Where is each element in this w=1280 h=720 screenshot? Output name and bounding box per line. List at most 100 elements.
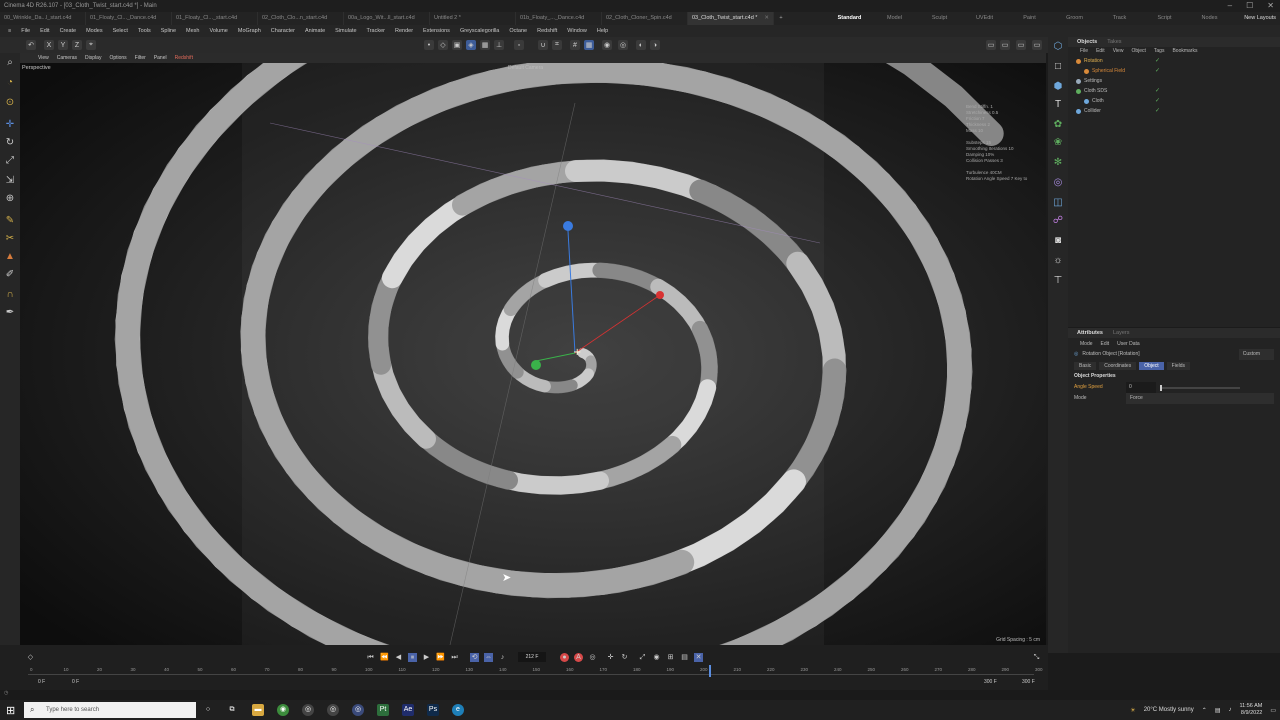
- close-icon[interactable]: ✕: [1267, 0, 1274, 12]
- objects-menu-file[interactable]: File: [1076, 47, 1092, 56]
- spline-icon[interactable]: ☍: [1052, 215, 1064, 227]
- chrome-icon[interactable]: ◉: [277, 704, 289, 716]
- slider-handle[interactable]: [1160, 384, 1162, 391]
- 3d-viewport[interactable]: + Perspective Default Camera Grid Spacin…: [20, 63, 1046, 645]
- brush-tool-icon[interactable]: ✎: [4, 215, 16, 227]
- axis-mode-icon[interactable]: ⊥: [494, 40, 504, 50]
- y-axis-icon[interactable]: Y: [58, 40, 68, 50]
- null-icon[interactable]: □: [1052, 61, 1064, 73]
- render-view-icon[interactable]: ◉: [602, 40, 612, 50]
- viewport-menu-panel[interactable]: Panel: [150, 53, 171, 63]
- picture-viewer-icon[interactable]: ◐: [636, 40, 646, 50]
- menu-file[interactable]: File: [16, 25, 35, 37]
- menu-edit[interactable]: Edit: [35, 25, 54, 37]
- subtab-fields[interactable]: Fields: [1166, 361, 1190, 370]
- menu-character[interactable]: Character: [266, 25, 300, 37]
- panel-layout-icon[interactable]: ▭: [986, 40, 996, 50]
- text-icon[interactable]: T: [1052, 99, 1064, 111]
- model-mode-icon[interactable]: ◈: [466, 40, 476, 50]
- select-tool-icon[interactable]: ◔: [4, 77, 16, 89]
- field-icon[interactable]: ◫: [1052, 197, 1064, 209]
- layout-sculpt[interactable]: Sculpt: [917, 12, 962, 25]
- volume-icon[interactable]: ♪: [1228, 707, 1231, 713]
- close-tab-icon[interactable]: ✕: [764, 12, 769, 25]
- range-icon[interactable]: ⇔: [484, 653, 493, 662]
- go-to-start-icon[interactable]: ⏮: [366, 653, 375, 662]
- viewport-menu-redshift[interactable]: Redshift: [171, 53, 197, 63]
- edges-mode-icon[interactable]: ◇: [438, 40, 448, 50]
- pause-icon[interactable]: ⏸: [408, 653, 417, 662]
- viewport-menu-display[interactable]: Display: [81, 53, 105, 63]
- live-select-icon[interactable]: ⊙: [4, 97, 16, 109]
- visibility-check-icon[interactable]: ✓: [1155, 106, 1160, 116]
- grid-active-icon[interactable]: ▦: [584, 40, 594, 50]
- keyframe-interp-icon[interactable]: ▤: [680, 653, 689, 662]
- preview-end-frame[interactable]: 300 F: [984, 679, 997, 685]
- end-frame[interactable]: 300 F: [1022, 679, 1035, 685]
- grid-icon[interactable]: #: [570, 40, 580, 50]
- effector-icon[interactable]: ✻: [1052, 157, 1064, 169]
- attributes-menu-user-data[interactable]: User Data: [1113, 340, 1144, 349]
- layout-groom[interactable]: Groom: [1052, 12, 1097, 25]
- y-axis-handle[interactable]: [563, 221, 573, 231]
- subtab-object[interactable]: Object: [1139, 361, 1164, 370]
- objects-menu-tags[interactable]: Tags: [1150, 47, 1169, 56]
- tab-doc-5[interactable]: Untitled 2 *: [430, 12, 516, 25]
- hamburger-icon[interactable]: ≡: [3, 25, 16, 37]
- tab-doc-7[interactable]: 02_Cloth_Cloner_Spin.c4d: [602, 12, 688, 25]
- file-explorer-icon[interactable]: ▬: [252, 704, 264, 716]
- menu-animate[interactable]: Animate: [300, 25, 330, 37]
- menu-render[interactable]: Render: [390, 25, 418, 37]
- tab-layers[interactable]: Layers: [1108, 328, 1135, 338]
- app-icon-1[interactable]: ◎: [302, 704, 314, 716]
- current-frame-field[interactable]: 212 F: [518, 652, 546, 662]
- panel-layout-2-icon[interactable]: ▭: [1000, 40, 1010, 50]
- polygons-mode-icon[interactable]: ▣: [452, 40, 462, 50]
- menu-mesh[interactable]: Mesh: [181, 25, 204, 37]
- preset-dropdown[interactable]: Custom: [1238, 349, 1274, 360]
- object-row-cloth-sds[interactable]: Cloth SDS ✓: [1068, 86, 1280, 96]
- layout-model[interactable]: Model: [872, 12, 917, 25]
- objects-menu-bookmarks[interactable]: Bookmarks: [1168, 47, 1201, 56]
- tab-doc-4[interactable]: 00a_Logo_Wit...ll_start.c4d: [344, 12, 430, 25]
- network-icon[interactable]: ▤: [1215, 707, 1221, 714]
- object-row-settings[interactable]: Settings: [1068, 76, 1280, 86]
- angle-speed-input[interactable]: 0: [1126, 382, 1156, 393]
- viewport-menu-filter[interactable]: Filter: [131, 53, 150, 63]
- transform-tool-icon[interactable]: ⇲: [4, 175, 16, 187]
- menu-simulate[interactable]: Simulate: [330, 25, 361, 37]
- preview-start-frame[interactable]: 0 F: [72, 679, 79, 685]
- object-row-collider[interactable]: Collider ✓: [1068, 106, 1280, 116]
- objects-menu-edit[interactable]: Edit: [1092, 47, 1109, 56]
- sculpt-tool-icon[interactable]: ✐: [4, 269, 16, 281]
- workplane-icon[interactable]: ▫: [514, 40, 524, 50]
- autokey-icon[interactable]: A: [574, 653, 583, 662]
- angle-speed-slider[interactable]: [1160, 384, 1240, 391]
- menu-volume[interactable]: Volume: [205, 25, 233, 37]
- mode-dropdown[interactable]: Force: [1126, 393, 1274, 404]
- viewport-menu-options[interactable]: Options: [105, 53, 130, 63]
- task-view-icon[interactable]: ⧉: [226, 704, 238, 716]
- maximize-icon[interactable]: ☐: [1246, 0, 1253, 12]
- record-icon[interactable]: ●: [560, 653, 569, 662]
- project-icon[interactable]: Pt: [377, 704, 389, 716]
- subtab-basic[interactable]: Basic: [1074, 361, 1097, 370]
- visibility-check-icon[interactable]: ✓: [1155, 56, 1160, 66]
- floor-icon[interactable]: ⊤: [1052, 275, 1064, 287]
- tab-doc-6[interactable]: 01b_Floaty_..._Dance.c4d: [516, 12, 602, 25]
- search-icon[interactable]: ⌕: [4, 57, 16, 69]
- go-to-end-icon[interactable]: ⏭: [450, 653, 459, 662]
- tab-doc-active[interactable]: 03_Cloth_Twist_start.c4d * ✕: [688, 12, 774, 25]
- subtab-coordinates[interactable]: Coordinates: [1099, 361, 1137, 370]
- cube-icon[interactable]: ⬡: [1052, 41, 1064, 53]
- record-pla-icon[interactable]: ⊞: [666, 653, 675, 662]
- edge-icon[interactable]: e: [452, 704, 464, 716]
- start-frame[interactable]: 0 F: [38, 679, 45, 685]
- menu-octane[interactable]: Octane: [504, 25, 532, 37]
- undo-icon[interactable]: ↶: [26, 40, 36, 50]
- menu-select[interactable]: Select: [108, 25, 133, 37]
- knife-tool-icon[interactable]: ✂: [4, 233, 16, 245]
- objects-menu-view[interactable]: View: [1109, 47, 1128, 56]
- next-key-icon[interactable]: ⏩: [436, 653, 445, 662]
- spline-pen-icon[interactable]: ✒: [4, 307, 16, 319]
